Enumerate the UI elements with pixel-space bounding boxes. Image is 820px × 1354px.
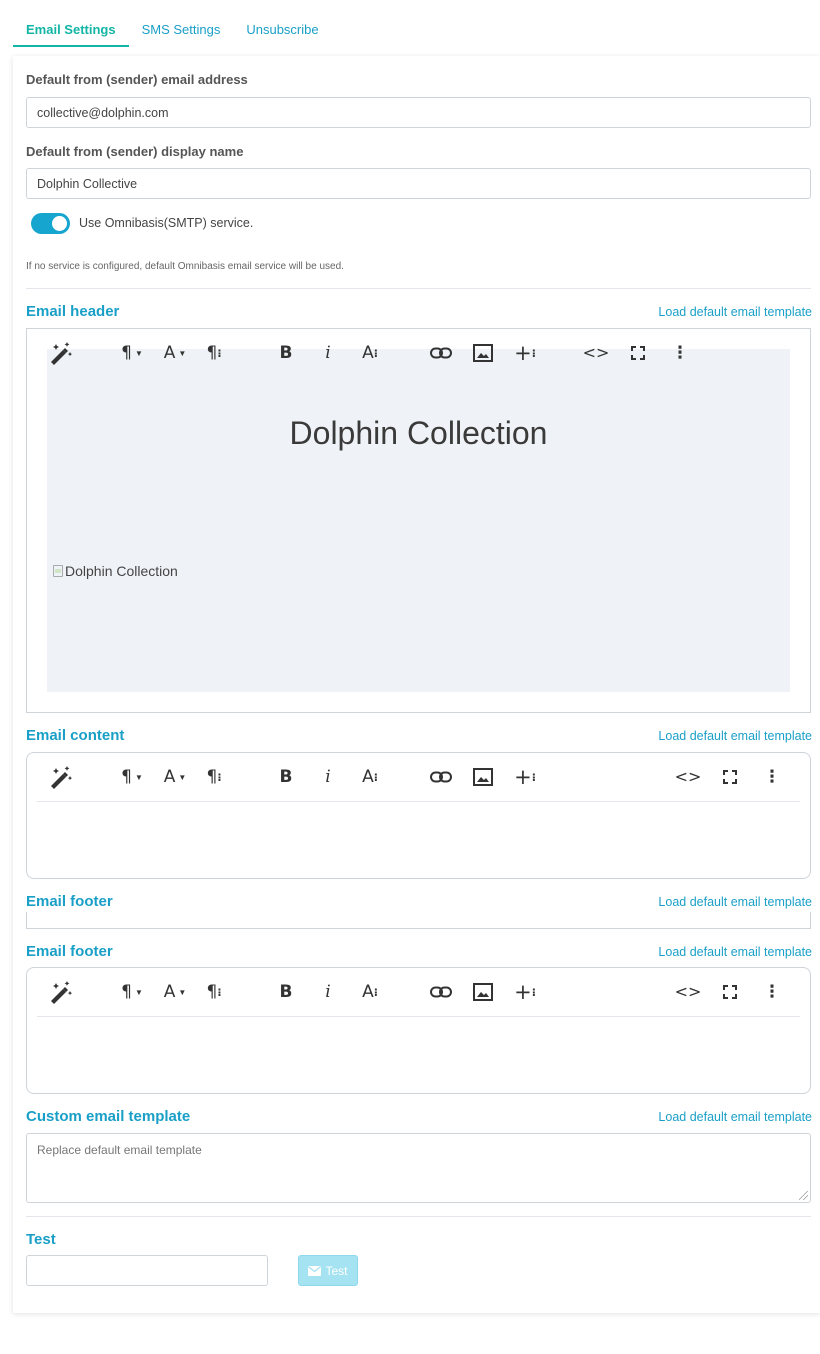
broken-image-icon <box>53 565 63 577</box>
email-content-editor: ¶ ▼ A ▼ ¶ ⁝ B i A ⁝ + ⁝ <> ⋮ <box>26 752 811 879</box>
insert-more-icon[interactable]: + ⁝ <box>510 979 540 1005</box>
image-icon[interactable] <box>468 979 498 1005</box>
header-broken-image: Dolphin Collection <box>53 563 178 579</box>
bold-icon[interactable]: B <box>271 340 301 366</box>
paragraph-format-icon[interactable]: ¶ ▼ <box>117 979 147 1005</box>
toolbar-divider <box>37 1016 800 1017</box>
email-header-canvas[interactable]: Dolphin Collection Dolphin Collection <box>47 349 790 692</box>
paragraph-format-icon[interactable]: ¶ ▼ <box>117 340 147 366</box>
paragraph-format-icon[interactable]: ¶ ▼ <box>117 764 147 790</box>
insert-more-icon[interactable]: + ⁝ <box>510 764 540 790</box>
sender-email-value: collective@dolphin.com <box>37 105 169 120</box>
fullscreen-icon[interactable] <box>715 979 745 1005</box>
more-options-icon[interactable]: ⋮ <box>757 979 787 1005</box>
email-footer-title-2: Email footer <box>26 943 113 960</box>
email-footer-editor-collapsed[interactable] <box>26 912 811 929</box>
more-options-icon[interactable]: ⋮ <box>757 764 787 790</box>
smtp-toggle-label: Use Omnibasis(SMTP) service. <box>79 216 254 230</box>
text-color-icon[interactable]: A ▼ <box>160 764 190 790</box>
magic-wand-icon[interactable] <box>45 340 75 366</box>
sender-email-input[interactable]: collective@dolphin.com <box>26 97 811 128</box>
code-view-icon[interactable]: <> <box>673 764 703 790</box>
smtp-toggle[interactable] <box>31 213 70 234</box>
divider <box>26 1216 811 1217</box>
email-content-title: Email content <box>26 727 125 744</box>
test-button-label: Test <box>325 1263 348 1278</box>
smtp-note: If no service is configured, default Omn… <box>26 261 344 272</box>
image-icon[interactable] <box>468 764 498 790</box>
settings-tabs: Email Settings SMS Settings Unsubscribe <box>13 14 332 47</box>
insert-more-icon[interactable]: + ⁝ <box>510 340 540 366</box>
email-footer-load-default-link[interactable]: Load default email template <box>658 895 812 909</box>
text-color-icon[interactable]: A ▼ <box>160 340 190 366</box>
sender-email-label: Default from (sender) email address <box>26 72 248 87</box>
text-color-icon[interactable]: A ▼ <box>160 979 190 1005</box>
broken-image-alt: Dolphin Collection <box>65 563 178 579</box>
email-footer-title: Email footer <box>26 893 113 910</box>
text-options-icon[interactable]: A ⁝ <box>355 340 385 366</box>
header-canvas-title: Dolphin Collection <box>289 415 548 451</box>
custom-template-load-default-link[interactable]: Load default email template <box>658 1110 812 1124</box>
magic-wand-icon[interactable] <box>45 979 75 1005</box>
code-view-icon[interactable]: <> <box>673 979 703 1005</box>
email-settings-card: Default from (sender) email address coll… <box>13 56 820 1313</box>
email-content-load-default-link[interactable]: Load default email template <box>658 729 812 743</box>
resize-grip-icon[interactable] <box>799 1191 808 1200</box>
text-options-icon[interactable]: A ⁝ <box>355 979 385 1005</box>
test-button[interactable]: Test <box>298 1255 358 1286</box>
toggle-knob <box>52 216 67 231</box>
paragraph-options-icon[interactable]: ¶ ⁝ <box>199 764 229 790</box>
email-header-load-default-link[interactable]: Load default email template <box>658 305 812 319</box>
text-options-icon[interactable]: A ⁝ <box>355 764 385 790</box>
italic-icon[interactable]: i <box>313 764 343 790</box>
sender-name-input[interactable]: Dolphin Collective <box>26 168 811 199</box>
paragraph-options-icon[interactable]: ¶ ⁝ <box>199 979 229 1005</box>
italic-icon[interactable]: i <box>313 340 343 366</box>
email-content-body[interactable] <box>28 803 809 877</box>
link-icon[interactable] <box>426 979 456 1005</box>
magic-wand-icon[interactable] <box>45 764 75 790</box>
toolbar-divider <box>37 801 800 802</box>
test-title: Test <box>26 1231 56 1248</box>
image-icon[interactable] <box>468 340 498 366</box>
custom-template-title: Custom email template <box>26 1108 191 1125</box>
sender-name-value: Dolphin Collective <box>37 176 138 191</box>
custom-template-textarea[interactable]: Replace default email template <box>26 1133 811 1203</box>
custom-template-placeholder: Replace default email template <box>37 1143 202 1157</box>
tab-sms-settings[interactable]: SMS Settings <box>129 14 234 47</box>
sender-name-label: Default from (sender) display name <box>26 144 244 159</box>
email-footer-load-default-link-2[interactable]: Load default email template <box>658 945 812 959</box>
code-view-icon[interactable]: <> <box>581 340 611 366</box>
fullscreen-icon[interactable] <box>715 764 745 790</box>
email-header-editor: Dolphin Collection Dolphin Collection ¶ ▼… <box>26 328 811 713</box>
paragraph-options-icon[interactable]: ¶ ⁝ <box>199 340 229 366</box>
test-email-input[interactable] <box>26 1255 268 1286</box>
email-footer-body[interactable] <box>28 1018 809 1092</box>
divider <box>26 288 811 289</box>
bold-icon[interactable]: B <box>271 979 301 1005</box>
bold-icon[interactable]: B <box>271 764 301 790</box>
tab-email-settings[interactable]: Email Settings <box>13 14 129 47</box>
link-icon[interactable] <box>426 340 456 366</box>
fullscreen-icon[interactable] <box>623 340 653 366</box>
email-header-title: Email header <box>26 303 120 320</box>
tab-unsubscribe[interactable]: Unsubscribe <box>233 14 331 47</box>
link-icon[interactable] <box>426 764 456 790</box>
italic-icon[interactable]: i <box>313 979 343 1005</box>
more-options-icon[interactable]: ⋮ <box>665 340 695 366</box>
email-footer-editor: ¶ ▼ A ▼ ¶ ⁝ B i A ⁝ + ⁝ <> ⋮ <box>26 967 811 1094</box>
envelope-icon <box>308 1265 322 1276</box>
